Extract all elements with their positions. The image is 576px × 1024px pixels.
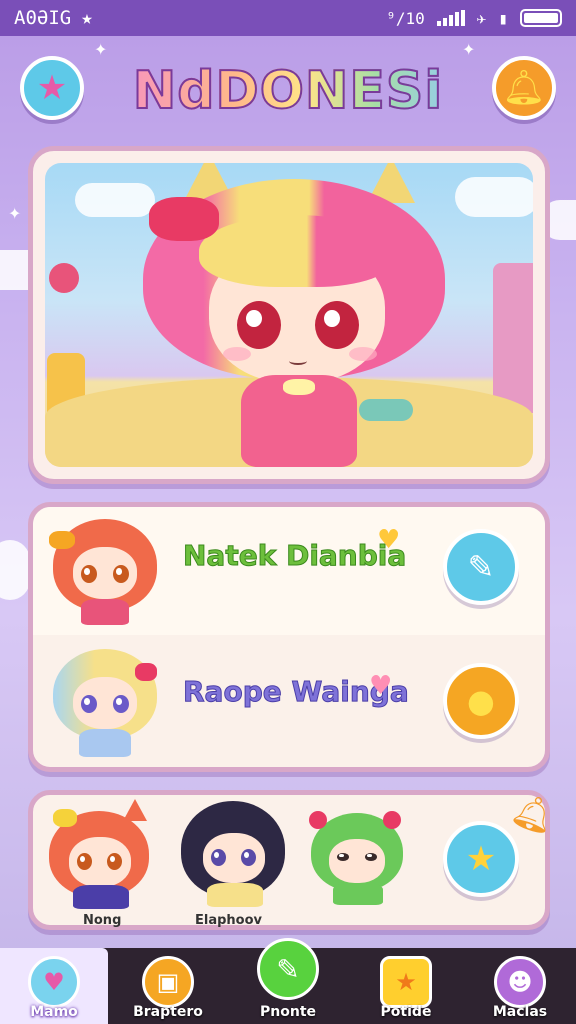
notifications-button[interactable]: 🔔︎	[492, 56, 556, 120]
chat-icon: ●	[467, 682, 495, 720]
star-icon: ★	[380, 956, 432, 1008]
nav-label: Braptero	[133, 1004, 203, 1020]
friend-name: Nong	[83, 913, 122, 928]
left-eye	[81, 565, 97, 583]
body	[73, 885, 129, 909]
right-eye	[113, 695, 129, 713]
heart-icon: ♥	[377, 525, 401, 555]
hair-bow	[53, 809, 77, 827]
nav-item-shop[interactable]: ▣ Braptero	[114, 948, 222, 1024]
friend-name: Elaphoov	[195, 913, 263, 928]
hero-character[interactable]	[137, 163, 467, 467]
right-eye	[315, 301, 359, 349]
star-icon: ★	[81, 7, 93, 29]
nav-item-home[interactable]: ♥ Mamo	[0, 948, 108, 1024]
bangs	[199, 215, 395, 287]
user-icon: ☻	[494, 956, 546, 1008]
nav-label: Pnonte	[260, 1004, 316, 1020]
left-eye	[211, 849, 226, 866]
chat-button[interactable]: ●	[443, 663, 519, 739]
left-eye	[237, 301, 281, 349]
cloud	[0, 540, 30, 600]
building	[493, 263, 533, 413]
star-icon: ★	[36, 68, 68, 108]
friend-avatar[interactable]	[43, 799, 155, 911]
heart-icon: ♥	[369, 671, 393, 701]
sparkle-icon: ✦	[462, 40, 476, 59]
blush	[223, 347, 251, 361]
right-eye	[241, 849, 256, 866]
hair-bow	[149, 197, 219, 241]
avatar	[45, 513, 165, 625]
friend-avatar[interactable]	[307, 809, 407, 909]
status-bar: A0ƏIG ★ ⁹/10 ✈ ▮	[0, 0, 576, 36]
nav-label: Mamo	[30, 1004, 78, 1020]
home-icon: ♥	[28, 956, 80, 1008]
bag-icon: ▣	[142, 956, 194, 1008]
list-item[interactable]: Natek Dianbia ♥ ✎	[33, 507, 545, 635]
status-left-text: A0ƏIG	[14, 7, 72, 29]
chat-icon: ✎	[467, 548, 495, 586]
nav-label: Potide	[380, 1004, 432, 1020]
bell-icon: 🔔︎	[502, 68, 546, 108]
body	[207, 883, 263, 907]
nav-item-chat[interactable]: ✎ Pnonte	[234, 938, 342, 1024]
sparkle-icon: ✦	[8, 204, 22, 223]
battery-icon	[520, 9, 562, 27]
wifi-icon: ✈	[476, 8, 487, 28]
flower	[383, 811, 401, 829]
hero-card[interactable]	[28, 146, 550, 484]
friends-card: Nong Elaphoov ★	[28, 790, 550, 930]
player-list-card: Natek Dianbia ♥ ✎ Raope Wainga ♥ ●	[28, 502, 550, 772]
chat-icon: ✎	[257, 938, 319, 1000]
player-name: Natek Dianbia	[182, 539, 407, 573]
right-eye	[107, 853, 122, 870]
status-time: ⁹/10	[386, 8, 425, 28]
star-chat-icon: ★	[465, 839, 497, 879]
flower	[309, 811, 327, 829]
mouth	[289, 357, 307, 365]
magic-wand	[359, 399, 413, 421]
blush	[349, 347, 377, 361]
friend-avatar[interactable]	[177, 795, 289, 911]
nav-item-rewards[interactable]: ★ Potide	[352, 948, 460, 1024]
avatar	[45, 645, 165, 757]
red-bird	[49, 263, 79, 293]
hair-bow	[135, 663, 157, 681]
signal-icon	[436, 10, 465, 26]
right-eye	[113, 565, 129, 583]
game-title: NdDONESi	[112, 52, 464, 130]
sparkle-icon: ✦	[94, 40, 108, 59]
hero-scene	[45, 163, 533, 467]
body	[79, 729, 131, 757]
collar-bow	[283, 379, 315, 395]
star-button[interactable]: ★	[20, 56, 84, 120]
friends-star-button[interactable]: ★	[443, 821, 519, 897]
face	[329, 839, 385, 883]
small-battery-icon: ▮	[498, 8, 508, 28]
right-eye	[365, 853, 377, 861]
left-eye	[337, 853, 349, 861]
body	[333, 883, 383, 905]
chat-button[interactable]: ✎	[443, 529, 519, 605]
list-item[interactable]: Raope Wainga ♥ ●	[33, 641, 545, 769]
left-eye	[77, 853, 92, 870]
bottom-nav: ♥ Mamo ▣ Braptero ✎ Pnonte ★ Potide ☻ Ma…	[0, 938, 576, 1024]
hair-bow	[49, 531, 75, 549]
body	[81, 599, 129, 625]
nav-label: Maclas	[492, 1004, 548, 1020]
nav-item-profile[interactable]: ☻ Maclas	[466, 948, 574, 1024]
left-eye	[81, 695, 97, 713]
